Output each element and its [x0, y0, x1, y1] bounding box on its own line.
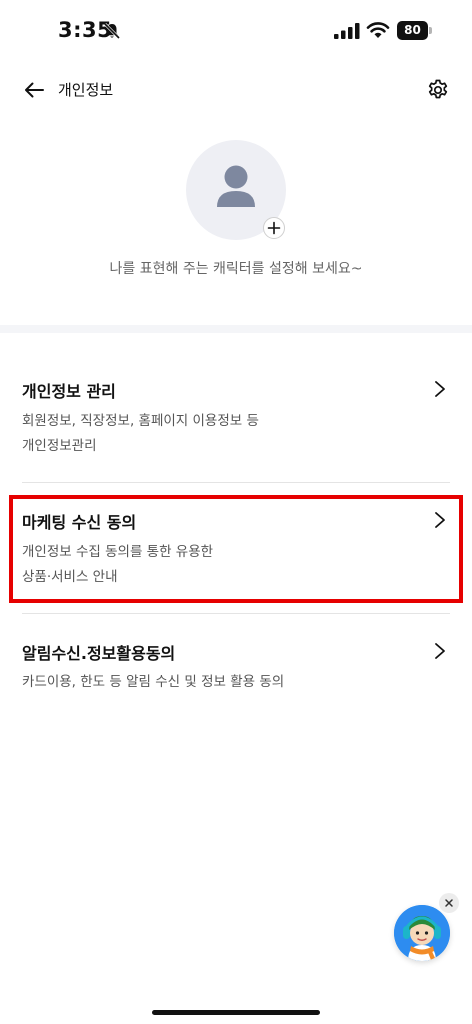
arrow-left-icon — [25, 82, 44, 98]
chevron-right-icon — [435, 512, 445, 528]
menu-divider — [22, 482, 450, 483]
settings-button[interactable] — [422, 74, 454, 106]
profile-hint-text: 나를 표현해 주는 캐릭터를 설정해 보세요~ — [109, 261, 363, 277]
bell-slash-icon — [103, 22, 121, 40]
menu-item-marketing-consent[interactable]: 마케팅 수신 동의 개인정보 수집 동의를 통한 유용한 상품·서비스 안내 — [22, 509, 450, 589]
battery-level: 80 — [397, 21, 428, 40]
menu-item-desc-line: 개인정보 수집 동의를 통한 유용한 — [22, 544, 214, 560]
menu-item-description: 카드이용, 한도 등 알림 수신 및 정보 활용 동의 — [22, 670, 450, 695]
chatbot-close-button[interactable] — [439, 893, 459, 913]
chevron-right-icon — [435, 381, 445, 397]
menu-item-title: 개인정보 관리 — [22, 382, 116, 401]
page-title: 개인정보 — [58, 81, 114, 99]
section-divider — [0, 325, 472, 333]
chevron-right-icon — [435, 643, 445, 659]
battery-icon: 80 — [397, 21, 433, 40]
wifi-icon — [366, 22, 390, 38]
app-header: 개인정보 — [0, 60, 472, 118]
profile-avatar-area — [186, 140, 286, 240]
menu-divider — [22, 613, 450, 614]
menu-item-notification-consent[interactable]: 알림수신.정보활용동의 카드이용, 한도 등 알림 수신 및 정보 활용 동의 — [22, 640, 450, 690]
menu-item-privacy-management[interactable]: 개인정보 관리 회원정보, 직장정보, 홈페이지 이용정보 등 개인정보관리 — [22, 378, 450, 458]
menu-item-desc-line: 카드이용, 한도 등 알림 수신 및 정보 활용 동의 — [22, 674, 285, 690]
cellular-signal-icon — [334, 23, 360, 39]
plus-icon — [267, 221, 281, 235]
back-button[interactable] — [18, 74, 50, 106]
home-indicator[interactable] — [152, 1010, 320, 1015]
menu-item-desc-line: 상품·서비스 안내 — [22, 569, 118, 585]
menu-item-desc-line: 회원정보, 직장정보, 홈페이지 이용정보 등 — [22, 413, 259, 429]
gear-icon — [428, 79, 448, 99]
status-bar: 3:35 80 — [0, 0, 472, 60]
close-icon — [445, 899, 453, 907]
add-character-button[interactable] — [263, 217, 285, 239]
menu-item-title: 알림수신.정보활용동의 — [22, 644, 176, 663]
menu-item-description: 개인정보 수집 동의를 통한 유용한 상품·서비스 안내 — [22, 540, 450, 590]
menu-item-description: 회원정보, 직장정보, 홈페이지 이용정보 등 개인정보관리 — [22, 409, 450, 459]
chatbot-character-icon — [394, 905, 450, 961]
chatbot-button[interactable] — [394, 905, 450, 961]
menu-item-desc-line: 개인정보관리 — [22, 438, 97, 454]
menu-item-title: 마케팅 수신 동의 — [22, 513, 137, 532]
